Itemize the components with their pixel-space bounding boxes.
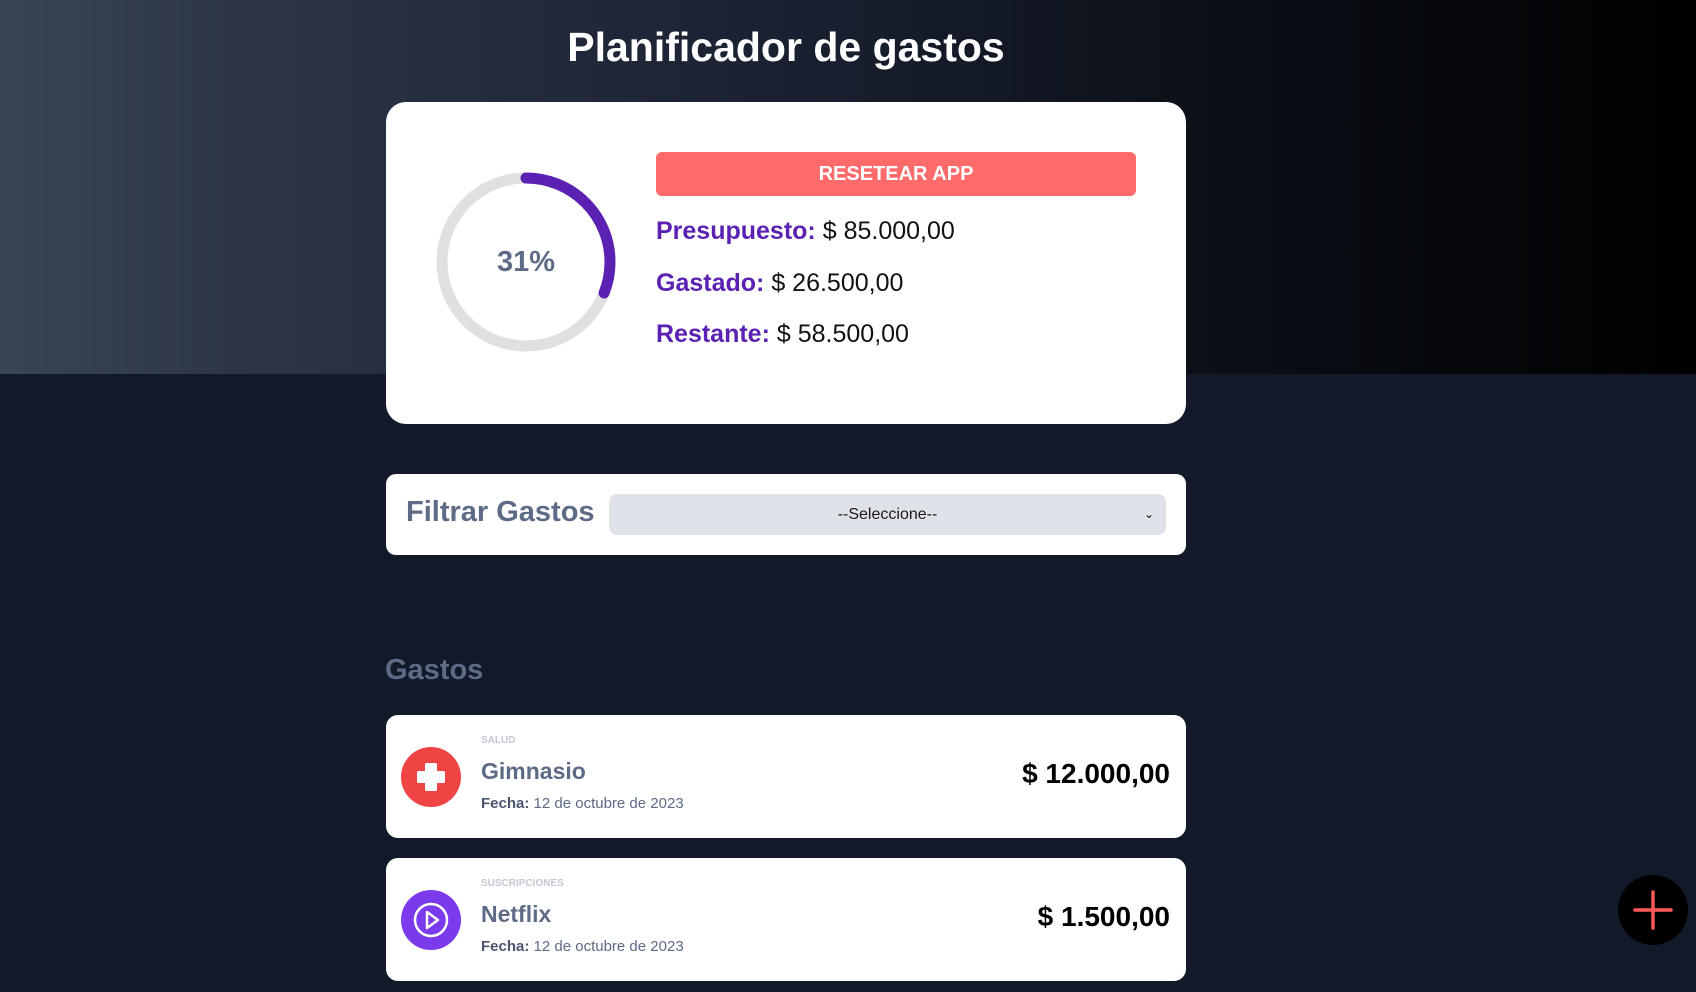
budget-progress-ring: 31% [434,170,618,354]
filter-selected-value: --Seleccione-- [837,506,938,523]
expense-date-value: 12 de octubre de 2023 [533,795,684,812]
remaining-stat: Restante: $ 58.500,00 [656,320,909,349]
category-filter-select[interactable]: --Seleccione-- ⌄ [609,494,1166,535]
expense-amount: $ 1.500,00 [1037,901,1170,932]
expenses-title: Gastos [385,654,484,686]
medical-cross-icon [401,747,461,807]
progress-percent: 31% [496,246,556,278]
spent-stat: Gastado: $ 26.500,00 [656,269,903,298]
budget-label: Presupuesto: [656,217,816,245]
plus-icon [1633,890,1673,930]
expense-date-label: Fecha: [481,938,530,955]
expense-item[interactable]: Suscripciones Netflix Fecha: 12 de octub… [386,858,1186,981]
expense-date-label: Fecha: [481,795,530,812]
spent-value: $ 26.500,00 [771,269,904,297]
chevron-down-icon: ⌄ [1143,507,1154,521]
expense-amount: $ 12.000,00 [1022,758,1170,789]
filter-label: Filtrar Gastos [406,496,595,528]
expense-name: Netflix [481,901,552,927]
reset-app-button[interactable]: RESETEAR APP [656,152,1136,196]
spent-label: Gastado: [656,269,765,297]
remaining-value: $ 58.500,00 [776,320,909,348]
budget-value: $ 85.000,00 [822,217,955,245]
expense-name: Gimnasio [481,758,586,784]
page-title: Planificador de gastos [567,24,1005,70]
budget-card: 31% RESETEAR APP Presupuesto: $ 85.000,0… [386,102,1186,424]
expense-item[interactable]: Salud Gimnasio Fecha: 12 de octubre de 2… [386,715,1186,838]
expense-date: Fecha: 12 de octubre de 2023 [481,938,684,955]
play-icon [401,890,461,950]
budget-stat: Presupuesto: $ 85.000,00 [656,217,955,246]
filter-card: Filtrar Gastos --Seleccione-- ⌄ [386,474,1186,555]
expense-date: Fecha: 12 de octubre de 2023 [481,795,684,812]
expense-date-value: 12 de octubre de 2023 [533,938,684,955]
add-expense-button[interactable] [1618,875,1688,945]
remaining-label: Restante: [656,320,770,348]
expense-category: Salud [481,735,516,746]
expense-category: Suscripciones [481,878,564,889]
